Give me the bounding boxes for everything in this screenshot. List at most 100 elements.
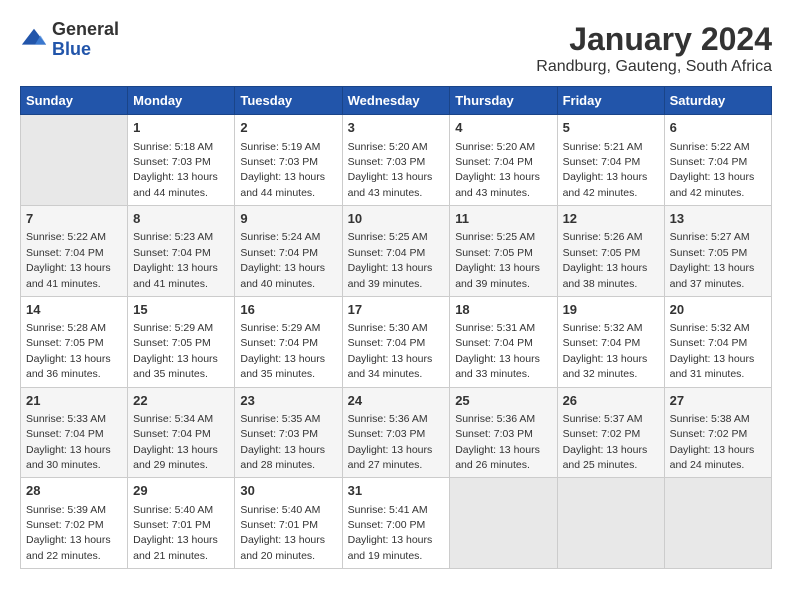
- day-number: 22: [133, 392, 229, 410]
- day-number: 4: [455, 119, 551, 137]
- calendar-cell: 11 Sunrise: 5:25 AMSunset: 7:05 PMDayligh…: [450, 206, 557, 297]
- calendar-cell: 3 Sunrise: 5:20 AMSunset: 7:03 PMDaylight…: [342, 115, 450, 206]
- cell-content: Sunrise: 5:36 AMSunset: 7:03 PMDaylight:…: [348, 413, 433, 471]
- day-number: 10: [348, 210, 445, 228]
- day-number: 13: [670, 210, 766, 228]
- calendar-cell: 1 Sunrise: 5:18 AMSunset: 7:03 PMDaylight…: [128, 115, 235, 206]
- day-number: 8: [133, 210, 229, 228]
- cell-content: Sunrise: 5:40 AMSunset: 7:01 PMDaylight:…: [133, 504, 218, 562]
- calendar-cell: 13 Sunrise: 5:27 AMSunset: 7:05 PMDayligh…: [664, 206, 771, 297]
- cell-content: Sunrise: 5:30 AMSunset: 7:04 PMDaylight:…: [348, 322, 433, 380]
- day-number: 27: [670, 392, 766, 410]
- calendar-cell: 5 Sunrise: 5:21 AMSunset: 7:04 PMDaylight…: [557, 115, 664, 206]
- day-number: 29: [133, 482, 229, 500]
- day-number: 2: [240, 119, 336, 137]
- calendar-cell: 10 Sunrise: 5:25 AMSunset: 7:04 PMDayligh…: [342, 206, 450, 297]
- day-number: 19: [563, 301, 659, 319]
- calendar-cell: 19 Sunrise: 5:32 AMSunset: 7:04 PMDayligh…: [557, 296, 664, 387]
- cell-content: Sunrise: 5:38 AMSunset: 7:02 PMDaylight:…: [670, 413, 755, 471]
- calendar-cell: [557, 478, 664, 569]
- logo-text: General Blue: [52, 20, 119, 60]
- logo-blue: Blue: [52, 39, 91, 59]
- day-number: 9: [240, 210, 336, 228]
- column-header-saturday: Saturday: [664, 87, 771, 115]
- column-header-thursday: Thursday: [450, 87, 557, 115]
- cell-content: Sunrise: 5:23 AMSunset: 7:04 PMDaylight:…: [133, 231, 218, 289]
- day-number: 14: [26, 301, 122, 319]
- cell-content: Sunrise: 5:41 AMSunset: 7:00 PMDaylight:…: [348, 504, 433, 562]
- cell-content: Sunrise: 5:25 AMSunset: 7:04 PMDaylight:…: [348, 231, 433, 289]
- day-number: 26: [563, 392, 659, 410]
- day-number: 3: [348, 119, 445, 137]
- day-number: 28: [26, 482, 122, 500]
- cell-content: Sunrise: 5:27 AMSunset: 7:05 PMDaylight:…: [670, 231, 755, 289]
- day-number: 5: [563, 119, 659, 137]
- title-section: January 2024 Randburg, Gauteng, South Af…: [536, 20, 772, 76]
- calendar-week-row: 21Sunrise: 5:33 AMSunset: 7:04 PMDayligh…: [21, 387, 772, 478]
- calendar-cell: [21, 115, 128, 206]
- column-header-monday: Monday: [128, 87, 235, 115]
- cell-content: Sunrise: 5:21 AMSunset: 7:04 PMDaylight:…: [563, 141, 648, 199]
- day-number: 23: [240, 392, 336, 410]
- day-number: 18: [455, 301, 551, 319]
- calendar-cell: 16Sunrise: 5:29 AMSunset: 7:04 PMDayligh…: [235, 296, 342, 387]
- calendar-cell: 28 Sunrise: 5:39 AMSunset: 7:02 PMDayligh…: [21, 478, 128, 569]
- day-number: 1: [133, 119, 229, 137]
- calendar-cell: 17Sunrise: 5:30 AMSunset: 7:04 PMDayligh…: [342, 296, 450, 387]
- day-number: 20: [670, 301, 766, 319]
- cell-content: Sunrise: 5:32 AMSunset: 7:04 PMDaylight:…: [563, 322, 648, 380]
- page-title: January 2024: [536, 20, 772, 58]
- cell-content: Sunrise: 5:40 AMSunset: 7:01 PMDaylight:…: [240, 504, 325, 562]
- cell-content: Sunrise: 5:25 AMSunset: 7:05 PMDaylight:…: [455, 231, 540, 289]
- cell-content: Sunrise: 5:24 AMSunset: 7:04 PMDaylight:…: [240, 231, 325, 289]
- cell-content: Sunrise: 5:22 AMSunset: 7:04 PMDaylight:…: [26, 231, 111, 289]
- logo: General Blue: [20, 20, 119, 60]
- calendar-week-row: 7Sunrise: 5:22 AMSunset: 7:04 PMDaylight…: [21, 206, 772, 297]
- cell-content: Sunrise: 5:28 AMSunset: 7:05 PMDaylight:…: [26, 322, 111, 380]
- calendar-cell: 29 Sunrise: 5:40 AMSunset: 7:01 PMDayligh…: [128, 478, 235, 569]
- cell-content: Sunrise: 5:34 AMSunset: 7:04 PMDaylight:…: [133, 413, 218, 471]
- calendar-cell: 2 Sunrise: 5:19 AMSunset: 7:03 PMDaylight…: [235, 115, 342, 206]
- calendar-table: SundayMondayTuesdayWednesdayThursdayFrid…: [20, 86, 772, 569]
- cell-content: Sunrise: 5:18 AMSunset: 7:03 PMDaylight:…: [133, 141, 218, 199]
- calendar-cell: [450, 478, 557, 569]
- cell-content: Sunrise: 5:19 AMSunset: 7:03 PMDaylight:…: [240, 141, 325, 199]
- calendar-cell: 7Sunrise: 5:22 AMSunset: 7:04 PMDaylight…: [21, 206, 128, 297]
- day-number: 25: [455, 392, 551, 410]
- column-header-friday: Friday: [557, 87, 664, 115]
- calendar-week-row: 28 Sunrise: 5:39 AMSunset: 7:02 PMDayligh…: [21, 478, 772, 569]
- calendar-cell: 12Sunrise: 5:26 AMSunset: 7:05 PMDayligh…: [557, 206, 664, 297]
- day-number: 11: [455, 210, 551, 228]
- cell-content: Sunrise: 5:37 AMSunset: 7:02 PMDaylight:…: [563, 413, 648, 471]
- day-number: 16: [240, 301, 336, 319]
- day-number: 24: [348, 392, 445, 410]
- column-header-tuesday: Tuesday: [235, 87, 342, 115]
- calendar-cell: 6 Sunrise: 5:22 AMSunset: 7:04 PMDaylight…: [664, 115, 771, 206]
- day-number: 30: [240, 482, 336, 500]
- calendar-cell: 21Sunrise: 5:33 AMSunset: 7:04 PMDayligh…: [21, 387, 128, 478]
- cell-content: Sunrise: 5:32 AMSunset: 7:04 PMDaylight:…: [670, 322, 755, 380]
- column-header-sunday: Sunday: [21, 87, 128, 115]
- cell-content: Sunrise: 5:39 AMSunset: 7:02 PMDaylight:…: [26, 504, 111, 562]
- calendar-week-row: 14 Sunrise: 5:28 AMSunset: 7:05 PMDayligh…: [21, 296, 772, 387]
- cell-content: Sunrise: 5:20 AMSunset: 7:03 PMDaylight:…: [348, 141, 433, 199]
- calendar-cell: 26 Sunrise: 5:37 AMSunset: 7:02 PMDayligh…: [557, 387, 664, 478]
- column-header-wednesday: Wednesday: [342, 87, 450, 115]
- cell-content: Sunrise: 5:33 AMSunset: 7:04 PMDaylight:…: [26, 413, 111, 471]
- cell-content: Sunrise: 5:22 AMSunset: 7:04 PMDaylight:…: [670, 141, 755, 199]
- day-number: 15: [133, 301, 229, 319]
- calendar-cell: 9 Sunrise: 5:24 AMSunset: 7:04 PMDaylight…: [235, 206, 342, 297]
- calendar-cell: 23 Sunrise: 5:35 AMSunset: 7:03 PMDayligh…: [235, 387, 342, 478]
- header: General Blue January 2024 Randburg, Gaut…: [20, 20, 772, 76]
- day-number: 6: [670, 119, 766, 137]
- day-number: 12: [563, 210, 659, 228]
- page-subtitle: Randburg, Gauteng, South Africa: [536, 58, 772, 76]
- day-number: 31: [348, 482, 445, 500]
- calendar-cell: 24 Sunrise: 5:36 AMSunset: 7:03 PMDayligh…: [342, 387, 450, 478]
- calendar-cell: 20 Sunrise: 5:32 AMSunset: 7:04 PMDayligh…: [664, 296, 771, 387]
- logo-icon: [20, 26, 48, 54]
- cell-content: Sunrise: 5:35 AMSunset: 7:03 PMDaylight:…: [240, 413, 325, 471]
- calendar-cell: 14 Sunrise: 5:28 AMSunset: 7:05 PMDayligh…: [21, 296, 128, 387]
- calendar-cell: [664, 478, 771, 569]
- calendar-cell: 25Sunrise: 5:36 AMSunset: 7:03 PMDayligh…: [450, 387, 557, 478]
